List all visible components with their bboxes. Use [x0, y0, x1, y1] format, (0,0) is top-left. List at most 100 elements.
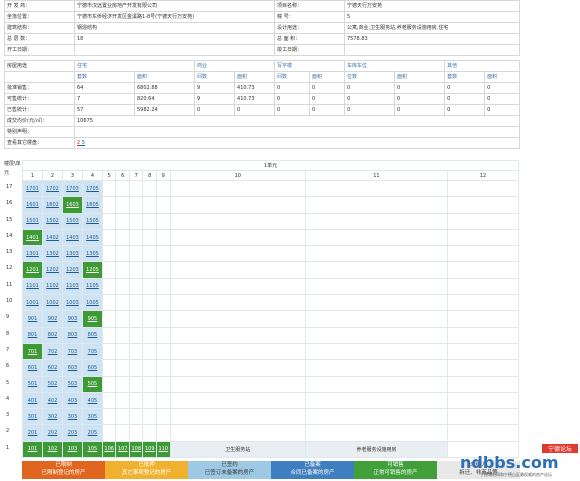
room-cell[interactable]: 1605 [81, 196, 103, 214]
room-number[interactable]: 1602 [46, 202, 59, 208]
room-cell[interactable]: 1505 [81, 212, 103, 230]
room-cell[interactable]: 106 [101, 440, 117, 459]
room-number[interactable]: 106 [104, 446, 114, 452]
room-cell[interactable]: 1301 [22, 245, 43, 263]
room-cell[interactable]: 108 [128, 440, 144, 459]
room-number[interactable]: 1305 [86, 251, 99, 257]
room-number[interactable]: 905 [88, 316, 98, 322]
room-number[interactable]: 1302 [46, 251, 59, 257]
room-cell[interactable]: 107 [115, 440, 130, 459]
room-number[interactable]: 1503 [66, 218, 79, 224]
room-cell[interactable]: 1103 [61, 277, 83, 296]
room-cell[interactable]: 803 [61, 326, 83, 344]
room-cell[interactable]: 902 [41, 310, 63, 328]
room-number[interactable]: 603 [68, 365, 78, 371]
room-number[interactable]: 303 [68, 414, 78, 420]
room-number[interactable]: 1105 [86, 283, 99, 289]
room-number[interactable]: 108 [131, 446, 141, 452]
room-cell[interactable]: 1003 [61, 294, 83, 312]
room-cell[interactable]: 302 [41, 408, 63, 426]
room-cell[interactable]: 603 [61, 359, 83, 377]
room-number[interactable]: 1002 [46, 300, 59, 306]
room-number[interactable]: 1303 [66, 251, 79, 257]
room-number[interactable]: 102 [48, 446, 58, 452]
room-number[interactable]: 405 [88, 398, 98, 404]
room-number[interactable]: 1103 [66, 283, 79, 289]
room-number[interactable]: 1701 [26, 186, 39, 192]
room-number[interactable]: 1001 [26, 300, 39, 306]
room-cell[interactable]: 305 [81, 408, 103, 426]
room-number[interactable]: 802 [48, 332, 58, 338]
room-cell[interactable]: 202 [41, 424, 63, 442]
room-number[interactable]: 301 [28, 414, 38, 420]
room-cell[interactable]: 405 [81, 391, 103, 410]
room-number[interactable]: 501 [28, 381, 38, 387]
room-cell[interactable]: 1202 [41, 261, 63, 279]
room-cell[interactable]: 705 [81, 342, 103, 361]
room-number[interactable]: 402 [48, 398, 58, 404]
room-number[interactable]: 1702 [46, 186, 59, 192]
room-cell[interactable]: 105 [81, 440, 103, 459]
room-number[interactable]: 305 [88, 414, 98, 420]
room-cell[interactable]: 701 [22, 342, 43, 361]
room-number[interactable]: 1502 [46, 218, 59, 224]
room-cell[interactable]: 1305 [81, 245, 103, 263]
room-number[interactable]: 101 [28, 446, 38, 452]
room-number[interactable]: 205 [88, 430, 98, 436]
room-number[interactable]: 1202 [46, 267, 59, 273]
room-cell[interactable]: 1303 [61, 245, 83, 263]
room-cell[interactable]: 1503 [61, 212, 83, 230]
room-number[interactable]: 702 [48, 349, 58, 355]
room-number[interactable]: 1601 [26, 202, 39, 208]
room-cell[interactable]: 303 [61, 408, 83, 426]
room-number[interactable]: 1005 [86, 300, 99, 306]
room-number[interactable]: 703 [68, 349, 78, 355]
room-number[interactable]: 502 [48, 381, 58, 387]
room-cell[interactable]: 602 [41, 359, 63, 377]
room-cell[interactable]: 1201 [22, 261, 43, 279]
room-number[interactable]: 401 [28, 398, 38, 404]
room-cell[interactable]: 203 [61, 424, 83, 442]
room-cell[interactable]: 802 [41, 326, 63, 344]
room-number[interactable]: 1603 [66, 202, 79, 208]
room-cell[interactable]: 1703 [61, 179, 83, 198]
room-cell[interactable]: 1403 [61, 228, 83, 247]
room-number[interactable]: 505 [88, 381, 98, 387]
room-cell[interactable]: 1001 [22, 294, 43, 312]
room-cell[interactable]: 1302 [41, 245, 63, 263]
room-cell[interactable]: 905 [81, 310, 103, 328]
room-cell[interactable]: 1102 [41, 277, 63, 296]
room-cell[interactable]: 501 [22, 375, 43, 393]
room-number[interactable]: 805 [88, 332, 98, 338]
room-cell[interactable]: 801 [22, 326, 43, 344]
room-number[interactable]: 1205 [86, 267, 99, 273]
room-cell[interactable]: 1105 [81, 277, 103, 296]
room-cell[interactable]: 205 [81, 424, 103, 442]
room-number[interactable]: 601 [28, 365, 38, 371]
room-number[interactable]: 1605 [86, 202, 99, 208]
room-number[interactable]: 902 [48, 316, 58, 322]
room-cell[interactable]: 805 [81, 326, 103, 344]
room-cell[interactable]: 503 [61, 375, 83, 393]
room-cell[interactable]: 102 [41, 440, 63, 459]
room-cell[interactable]: 1702 [41, 179, 63, 198]
room-number[interactable]: 602 [48, 365, 58, 371]
room-number[interactable]: 203 [68, 430, 78, 436]
room-number[interactable]: 110 [158, 446, 168, 452]
room-cell[interactable]: 702 [41, 342, 63, 361]
room-cell[interactable]: 1205 [81, 261, 103, 279]
room-number[interactable]: 1703 [66, 186, 79, 192]
room-number[interactable]: 403 [68, 398, 78, 404]
room-cell[interactable]: 1602 [41, 196, 63, 214]
room-number[interactable]: 803 [68, 332, 78, 338]
room-number[interactable]: 1501 [26, 218, 39, 224]
shop-cell[interactable]: 养老服务设施用房 [304, 440, 448, 459]
room-cell[interactable]: 110 [156, 440, 171, 459]
room-number[interactable]: 503 [68, 381, 78, 387]
room-number[interactable]: 1201 [26, 267, 39, 273]
room-number[interactable]: 903 [68, 316, 78, 322]
room-number[interactable]: 1003 [66, 300, 79, 306]
room-cell[interactable]: 1701 [22, 179, 43, 198]
room-number[interactable]: 202 [48, 430, 58, 436]
room-number[interactable]: 109 [145, 446, 155, 452]
